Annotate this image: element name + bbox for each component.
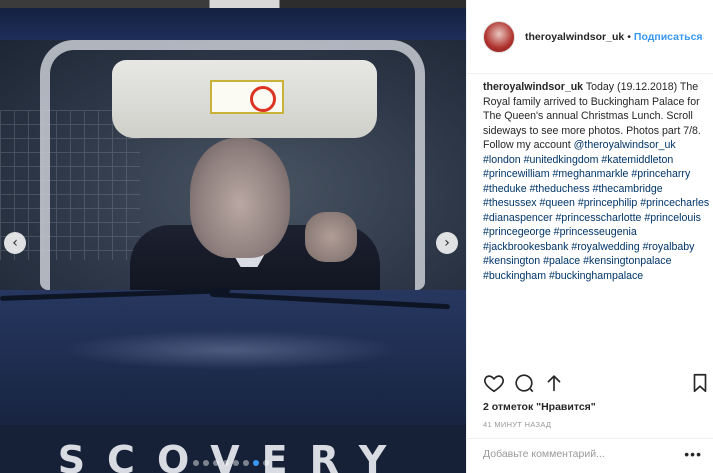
share-icon: [547, 375, 561, 392]
post-header: theroyalwindsor_uk • Подписаться: [467, 0, 713, 74]
carousel-next-button[interactable]: ›: [436, 232, 458, 254]
carousel-dot: [193, 460, 199, 466]
save-button[interactable]: [689, 372, 711, 394]
chevron-right-icon: ›: [444, 235, 450, 251]
heart-icon: [484, 375, 504, 393]
comment-bar: •••: [467, 438, 713, 473]
post-photo[interactable]: SCOVERY ‹ ›: [0, 0, 466, 473]
carousel-prev-button[interactable]: ‹: [4, 232, 26, 254]
carousel-dot: [243, 460, 249, 466]
username-link[interactable]: theroyalwindsor_uk: [525, 31, 624, 43]
carousel-dot: [263, 460, 269, 466]
carousel-dot: [223, 460, 229, 466]
post-sidebar: theroyalwindsor_uk • Подписаться theroya…: [466, 0, 713, 473]
carousel-indicator: [193, 460, 269, 466]
follow-button[interactable]: Подписаться: [634, 31, 703, 43]
likes-count[interactable]: 2 отметок "Нравится": [483, 401, 596, 413]
share-button[interactable]: [543, 372, 565, 394]
visor-sticker: [210, 80, 284, 114]
carousel-dot: [213, 460, 219, 466]
driver-head: [190, 138, 290, 258]
bookmark-icon: [693, 373, 707, 393]
caption-username-link[interactable]: theroyalwindsor_uk: [483, 81, 583, 93]
comment-input[interactable]: [483, 448, 663, 460]
post-actions: [483, 372, 711, 394]
comment-button[interactable]: [513, 372, 535, 394]
caption-hashtags[interactable]: #london #unitedkingdom #katemiddleton #p…: [483, 154, 709, 282]
instagram-post: SCOVERY ‹ › theroyalwindsor_uk • Подписа…: [0, 0, 713, 473]
avatar[interactable]: [483, 20, 515, 53]
post-timestamp[interactable]: 41 МИНУТ НАЗАД: [483, 420, 551, 429]
comment-icon: [515, 374, 534, 393]
header-separator: •: [627, 30, 631, 43]
post-caption: theroyalwindsor_uk Today (19.12.2018) Th…: [483, 80, 711, 283]
car-brand-lettering: SCOVERY: [57, 438, 409, 473]
carousel-dot: [233, 460, 239, 466]
chevron-left-icon: ‹: [12, 235, 18, 251]
driver-hand: [305, 212, 357, 262]
carousel-dot: [253, 460, 259, 466]
photo-top-strip: [0, 0, 466, 8]
more-options-icon[interactable]: •••: [684, 446, 702, 462]
caption-mention-link[interactable]: @theroyalwindsor_uk: [574, 139, 676, 151]
carousel-dot: [203, 460, 209, 466]
like-button[interactable]: [483, 372, 505, 394]
hood-reflection: [60, 330, 400, 370]
